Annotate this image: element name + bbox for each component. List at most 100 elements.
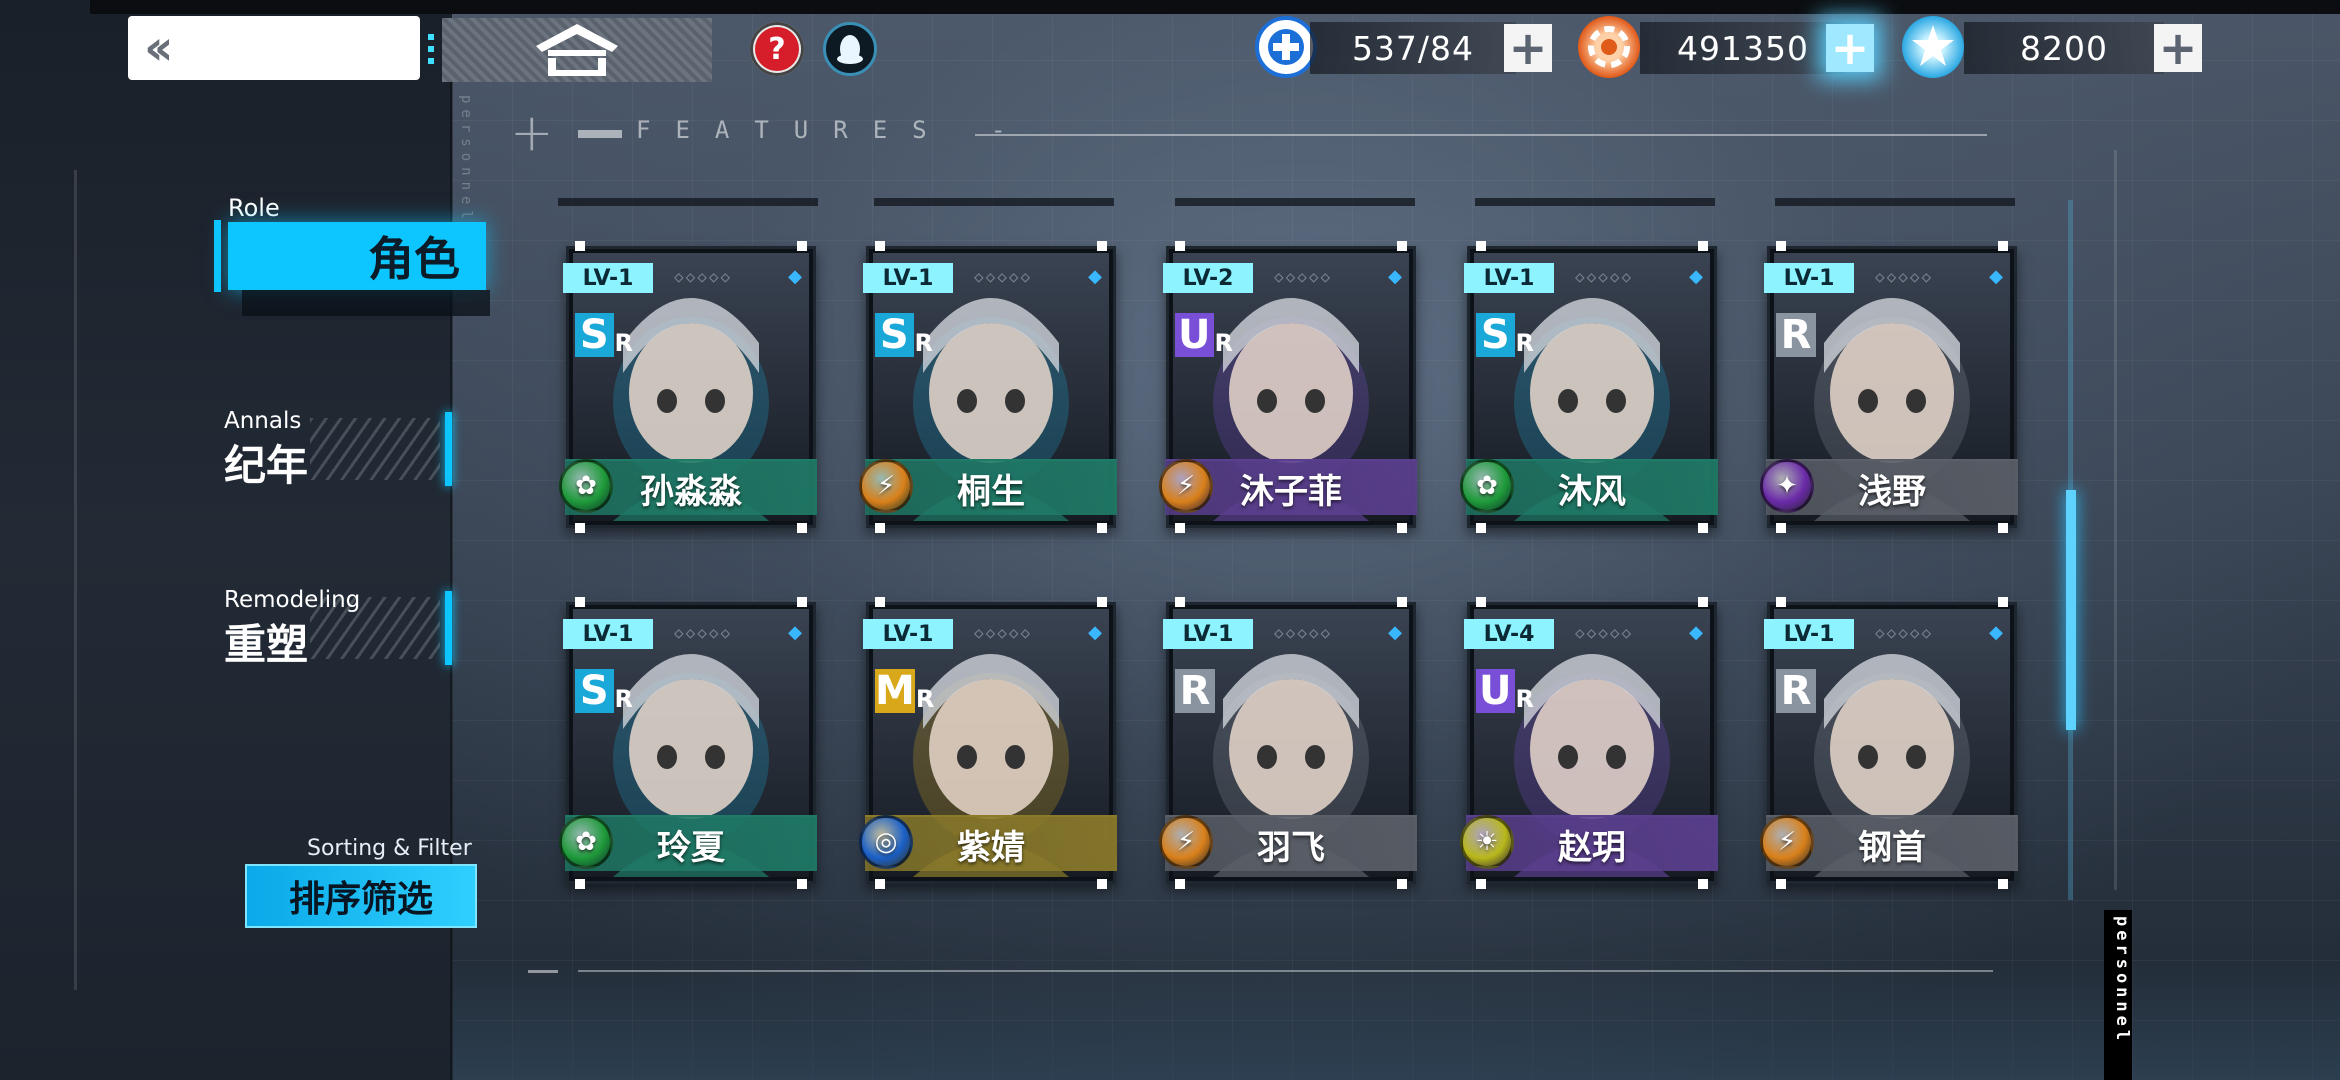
bottom-line-deco xyxy=(528,970,558,973)
level-badge: LV-2 xyxy=(1163,263,1253,293)
rarity-letter: M xyxy=(875,668,915,714)
nav-item-role[interactable]: 角色 xyxy=(228,222,486,290)
nature-element-icon: ✿ xyxy=(1460,459,1514,513)
card-corner xyxy=(1175,879,1185,889)
rarity-letter: R xyxy=(1776,313,1816,357)
character-card[interactable]: LV-4 ◇◇◇◇◇ ◆ U R ☀ 赵玥 xyxy=(1460,597,1718,889)
character-card[interactable]: LV-1 ◇◇◇◇◇ ◆ S R ⚡ 桐生 xyxy=(859,241,1117,533)
top-strip xyxy=(90,0,2340,14)
blue-plus-icon xyxy=(1255,16,1317,78)
level-badge: LV-1 xyxy=(1464,263,1554,293)
card-corner xyxy=(1097,597,1107,607)
star-slots: ◇◇◇◇◇ xyxy=(1575,267,1634,286)
rarity-badge: S R xyxy=(575,307,633,357)
help-button[interactable]: ? xyxy=(750,22,804,76)
rarity-badge: U R xyxy=(1476,663,1534,713)
sort-filter-label: 排序筛选 xyxy=(288,879,433,920)
star-slots: ◇◇◇◇◇ xyxy=(674,267,733,286)
character-card[interactable]: LV-1 ◇◇◇◇◇ ◆ R ⚡ 钢首 xyxy=(1760,597,2018,889)
bottom-line xyxy=(578,970,1993,972)
add-crystal-button[interactable]: + xyxy=(2154,24,2202,72)
main-background xyxy=(452,0,2340,1080)
column-cap xyxy=(874,198,1114,206)
card-corner xyxy=(1476,597,1486,607)
card-corner xyxy=(875,241,885,251)
nav-item-annals[interactable]: Annals 纪年 xyxy=(224,408,452,490)
sort-filter-en-label: Sorting & Filter xyxy=(307,836,472,861)
gem-icon: ◆ xyxy=(1388,622,1402,643)
rarity-letter: S xyxy=(875,313,914,357)
crystal-value: 8200 xyxy=(1964,22,2164,74)
void-element-icon: ✦ xyxy=(1760,459,1814,513)
rarity-badge: S R xyxy=(875,307,933,357)
rarity-letter: R xyxy=(1175,669,1215,713)
name-bar: ◎ 紫婧 xyxy=(859,815,1117,871)
sort-filter-button[interactable]: 排序筛选 xyxy=(245,864,477,928)
level-badge: LV-1 xyxy=(563,619,653,649)
card-corner xyxy=(1397,241,1407,251)
light-element-icon: ☀ xyxy=(1460,815,1514,869)
column-cap xyxy=(1775,198,2015,206)
right-deco-line xyxy=(2114,150,2117,890)
home-icon xyxy=(536,24,618,76)
card-corner xyxy=(797,523,807,533)
blue-star-icon xyxy=(1902,16,1964,78)
character-card[interactable]: LV-1 ◇◇◇◇◇ ◆ R ✦ 浅野 xyxy=(1760,241,2018,533)
gem-icon: ◆ xyxy=(1689,266,1703,287)
character-name: 羽飞 xyxy=(1257,827,1325,868)
gem-icon: ◆ xyxy=(1989,622,2003,643)
card-corner xyxy=(575,241,585,251)
top-dots-deco xyxy=(428,34,434,66)
card-corner xyxy=(1175,523,1185,533)
level-badge: LV-1 xyxy=(1163,619,1253,649)
character-card[interactable]: LV-1 ◇◇◇◇◇ ◆ M R ◎ 紫婧 xyxy=(859,597,1117,889)
back-button[interactable]: ‹‹ xyxy=(128,16,420,80)
card-corner xyxy=(1476,879,1486,889)
character-card[interactable]: LV-2 ◇◇◇◇◇ ◆ U R ⚡ 沐子菲 xyxy=(1159,241,1417,533)
name-bar: ✿ 孙淼淼 xyxy=(559,459,817,515)
card-corner xyxy=(1776,879,1786,889)
nav-tick xyxy=(445,412,452,486)
add-gold-button[interactable]: + xyxy=(1826,24,1874,72)
rarity-sub: R xyxy=(1214,329,1233,357)
nav-role-shadow xyxy=(242,290,490,316)
card-corner xyxy=(1776,597,1786,607)
character-name: 钢首 xyxy=(1858,827,1926,868)
left-deco-line xyxy=(74,170,77,990)
home-button[interactable] xyxy=(442,18,712,82)
nav-item-remodeling[interactable]: Remodeling 重塑 xyxy=(224,587,452,669)
card-corner xyxy=(1998,241,2008,251)
character-card[interactable]: LV-1 ◇◇◇◇◇ ◆ S R ✿ 孙淼淼 xyxy=(559,241,817,533)
gem-icon: ◆ xyxy=(1088,266,1102,287)
rarity-badge: U R xyxy=(1175,307,1233,357)
character-card[interactable]: LV-1 ◇◇◇◇◇ ◆ R ⚡ 羽飞 xyxy=(1159,597,1417,889)
card-corner xyxy=(1698,241,1708,251)
column-cap xyxy=(1175,198,1415,206)
gem-icon: ◆ xyxy=(788,622,802,643)
name-bar: ✿ 沐风 xyxy=(1460,459,1718,515)
rarity-badge: S R xyxy=(1476,307,1534,357)
character-card[interactable]: LV-1 ◇◇◇◇◇ ◆ S R ✿ 玲夏 xyxy=(559,597,817,889)
qq-button[interactable] xyxy=(823,22,877,76)
level-badge: LV-1 xyxy=(563,263,653,293)
character-name: 桐生 xyxy=(957,471,1025,512)
card-corner xyxy=(1698,879,1708,889)
card-corner xyxy=(875,523,885,533)
rarity-letter: U xyxy=(1476,669,1515,713)
rarity-letter: S xyxy=(1476,313,1515,357)
card-corner xyxy=(1998,879,2008,889)
card-corner xyxy=(1476,523,1486,533)
orange-gear-icon xyxy=(1578,16,1640,78)
nav-hatch-deco xyxy=(310,597,440,659)
character-name: 沐子菲 xyxy=(1240,471,1342,512)
character-card[interactable]: LV-1 ◇◇◇◇◇ ◆ S R ✿ 沐风 xyxy=(1460,241,1718,533)
side-vertical-text: personnel xyxy=(458,95,474,225)
scrollbar-thumb[interactable] xyxy=(2066,490,2076,730)
rarity-letter: R xyxy=(1776,669,1816,713)
penguin-icon xyxy=(837,35,863,64)
add-stamina-button[interactable]: + xyxy=(1504,24,1552,72)
character-name: 玲夏 xyxy=(657,827,725,868)
nav-hatch-deco xyxy=(310,418,440,480)
nature-element-icon: ✿ xyxy=(559,815,613,869)
character-name: 浅野 xyxy=(1858,471,1926,512)
